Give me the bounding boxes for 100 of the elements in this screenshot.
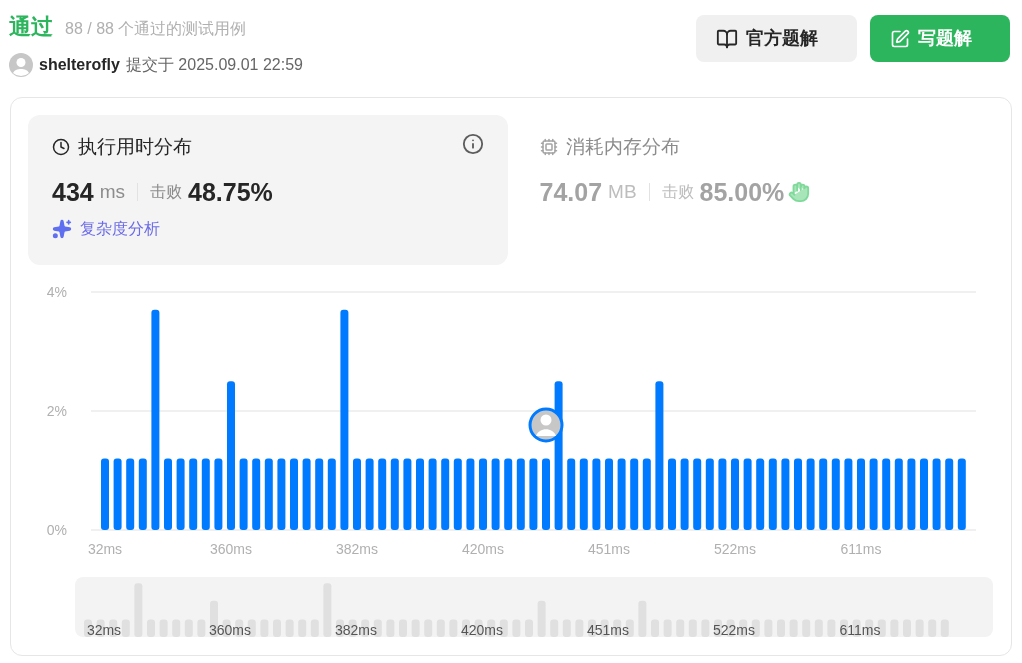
bar[interactable] (151, 309, 160, 530)
bar[interactable] (315, 458, 324, 530)
bar[interactable] (806, 458, 815, 530)
bar[interactable] (731, 458, 739, 530)
bar[interactable] (920, 458, 928, 530)
bar[interactable] (302, 458, 311, 530)
bar[interactable] (617, 458, 626, 530)
bar[interactable] (491, 458, 500, 530)
x-tick-label: 420ms (462, 541, 504, 557)
stat-title: 消耗内存分布 (565, 135, 680, 159)
bar[interactable] (932, 458, 941, 530)
bar[interactable] (705, 458, 714, 530)
stat-unit: MB (608, 180, 637, 204)
bar[interactable] (630, 458, 639, 530)
bar[interactable] (378, 458, 387, 530)
bar[interactable] (907, 458, 916, 530)
bar[interactable] (453, 458, 462, 530)
bar[interactable] (504, 458, 513, 530)
bar[interactable] (642, 458, 651, 530)
bar[interactable] (743, 458, 752, 530)
x-tick-label: 32ms (87, 541, 123, 557)
bar[interactable] (428, 458, 437, 530)
beat-label: 击败 (150, 182, 183, 203)
bar[interactable] (819, 458, 828, 530)
bar[interactable] (756, 458, 765, 530)
beat-percent: 85.00% (699, 176, 785, 208)
info-icon (461, 133, 484, 155)
bar[interactable] (869, 458, 878, 530)
x-tick-label: 611ms (840, 541, 882, 557)
bar[interactable] (113, 458, 122, 530)
bar[interactable] (441, 458, 450, 530)
bar[interactable] (857, 458, 865, 530)
book-icon (716, 27, 738, 50)
bar[interactable] (390, 458, 399, 530)
bar[interactable] (214, 458, 223, 530)
bar[interactable] (831, 458, 840, 530)
x-tick-label: 522ms (714, 541, 756, 557)
bar[interactable] (680, 458, 689, 530)
user-position-marker (528, 407, 564, 443)
bar[interactable] (945, 458, 954, 530)
bar[interactable] (403, 458, 412, 530)
x-tick-label: 360ms (210, 541, 252, 557)
navigator-label: 382ms (335, 622, 377, 637)
bar[interactable] (340, 309, 349, 530)
bar[interactable] (176, 458, 185, 530)
bar[interactable] (957, 458, 966, 530)
stat-value: 74.07 (539, 176, 603, 208)
navigator-label: 420ms (461, 622, 503, 637)
complexity-analysis-link[interactable]: 复杂度分析 (52, 217, 160, 241)
bar[interactable] (239, 458, 248, 530)
official-solution-button[interactable]: 官方题解 (696, 15, 857, 62)
bar[interactable] (794, 458, 802, 530)
range-navigator[interactable]: 32ms 360ms 382ms 420ms 451ms 522ms 611ms (75, 577, 993, 637)
bar[interactable] (882, 458, 891, 530)
bar[interactable] (655, 381, 664, 530)
x-tick-label: 451ms (588, 541, 630, 557)
bar[interactable] (138, 458, 147, 530)
bar[interactable] (466, 458, 475, 530)
edit-icon (890, 28, 910, 49)
bar[interactable] (277, 458, 286, 530)
bar[interactable] (718, 458, 727, 530)
navigator-label: 611ms (839, 622, 881, 637)
bar[interactable] (579, 458, 588, 530)
bar[interactable] (693, 458, 702, 530)
bar[interactable] (252, 458, 261, 530)
bar[interactable] (516, 458, 525, 530)
bar[interactable] (126, 458, 135, 530)
bar[interactable] (768, 458, 777, 530)
bar[interactable] (164, 458, 172, 530)
bar[interactable] (101, 458, 109, 530)
bar[interactable] (365, 458, 374, 530)
bar[interactable] (416, 458, 424, 530)
username[interactable]: shelterofly (39, 53, 120, 77)
beat-label: 击败 (661, 182, 694, 203)
waving-hand-icon (788, 181, 811, 204)
bar[interactable] (353, 458, 361, 530)
bar[interactable] (781, 458, 790, 530)
bar[interactable] (290, 458, 298, 530)
beat-percent: 48.75% (188, 176, 273, 208)
y-tick-label: 4% (46, 284, 67, 300)
bar[interactable] (264, 458, 273, 530)
y-tick-label: 2% (46, 403, 67, 419)
bar[interactable] (479, 458, 487, 530)
stat-tab[interactable]: 执行用时分布 434 ms 击败 48.75% 复杂度分析 (28, 115, 508, 265)
sparkle-icon (52, 219, 72, 239)
bar[interactable] (542, 458, 550, 530)
bar[interactable] (894, 458, 903, 530)
bar[interactable] (844, 458, 853, 530)
stat-title: 执行用时分布 (78, 135, 192, 159)
bar[interactable] (668, 458, 676, 530)
bar[interactable] (567, 458, 576, 530)
bar[interactable] (605, 458, 613, 530)
bar[interactable] (189, 458, 198, 530)
navigator-label: 360ms (209, 622, 251, 637)
stat-value: 434 (52, 176, 94, 208)
chip-icon (539, 138, 558, 157)
bar[interactable] (327, 458, 336, 530)
bar[interactable] (529, 458, 538, 530)
bar[interactable] (592, 458, 601, 530)
bar[interactable] (201, 458, 210, 530)
